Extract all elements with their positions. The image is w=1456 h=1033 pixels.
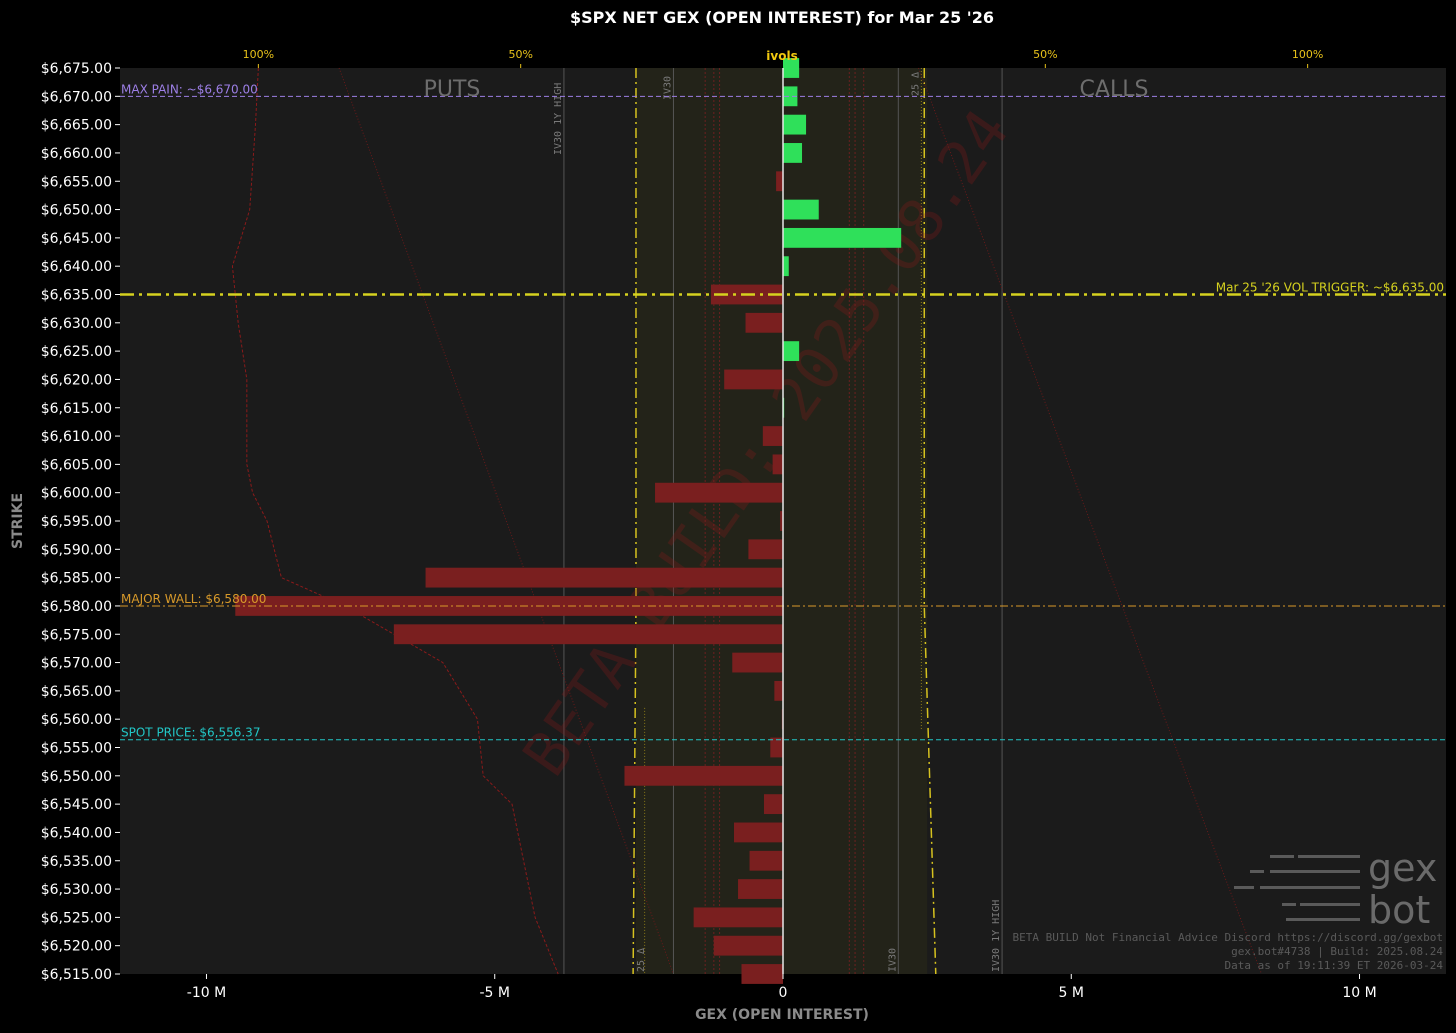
y-tick-label: $6,600.00 (41, 486, 112, 502)
gex-bar (783, 199, 819, 220)
gex-bar (393, 624, 783, 645)
gex-bar (783, 256, 789, 277)
gex-bar (425, 567, 783, 588)
x-tick-label: 5 M (1059, 985, 1084, 1001)
y-tick-label: $6,585.00 (41, 571, 112, 587)
gex-bar (732, 652, 783, 673)
gex-bar (770, 737, 783, 758)
top-tick-label: 50% (508, 48, 532, 61)
y-tick-label: $6,550.00 (41, 769, 112, 785)
gex-bar (749, 850, 783, 871)
y-tick-label: $6,540.00 (41, 825, 112, 841)
y-tick-label: $6,675.00 (41, 61, 112, 77)
y-tick-label: $6,595.00 (41, 514, 112, 530)
footer-line-1: BETA BUILD Not Financial Advice Discord … (1013, 931, 1443, 944)
y-tick-label: $6,620.00 (41, 372, 112, 388)
y-tick-label: $6,610.00 (41, 429, 112, 445)
footer-line-3: Data as of 19:11:39 ET 2026-03-24 (1224, 959, 1443, 972)
x-tick-label: 0 (779, 985, 788, 1001)
y-tick-label: $6,630.00 (41, 316, 112, 332)
iv-label: IV30 1Y HIGH (553, 83, 564, 155)
y-tick-label: $6,580.00 (41, 599, 112, 615)
puts-label: PUTS (424, 77, 481, 102)
x-tick-label: -5 M (479, 985, 510, 1001)
y-tick-label: $6,520.00 (41, 939, 112, 955)
y-tick-label: $6,640.00 (41, 259, 112, 275)
level-label-vol_trigger: Mar 25 '26 VOL TRIGGER: ~$6,635.00 (1216, 281, 1444, 295)
y-tick-label: $6,575.00 (41, 627, 112, 643)
top-tick-label: 100% (1292, 48, 1323, 61)
logo-text-gex: gex (1368, 846, 1437, 890)
y-tick-label: $6,625.00 (41, 344, 112, 360)
y-tick-label: $6,545.00 (41, 797, 112, 813)
gex-bar (655, 482, 783, 503)
y-tick-label: $6,605.00 (41, 457, 112, 473)
gex-bar (776, 171, 783, 192)
y-tick-label: $6,615.00 (41, 401, 112, 417)
x-tick-label: -10 M (187, 985, 226, 1001)
y-tick-label: $6,570.00 (41, 656, 112, 672)
y-tick-label: $6,670.00 (41, 89, 112, 105)
gex-bar (774, 680, 783, 701)
gex-bar (624, 765, 783, 786)
y-tick-label: $6,655.00 (41, 174, 112, 190)
logo-text-bot: bot (1368, 888, 1430, 932)
top-axis-label: ivols (766, 49, 797, 63)
gex-bar (741, 964, 783, 984)
iv-label: IV30 1Y HIGH (991, 900, 1002, 972)
gex-bar (738, 879, 783, 899)
gex-bar (763, 794, 783, 815)
y-tick-label: $6,560.00 (41, 712, 112, 728)
y-tick-label: $6,635.00 (41, 288, 112, 304)
y-tick-label: $6,530.00 (41, 882, 112, 898)
gex-bar (693, 907, 783, 928)
gex-bar (783, 114, 807, 135)
gex-bar (724, 369, 783, 390)
gex-bar (762, 426, 783, 446)
gex-bar (783, 143, 803, 163)
level-label-major_wall: MAJOR WALL: $6,580.00 (121, 592, 266, 606)
y-tick-label: $6,645.00 (41, 231, 112, 247)
gex-bar (783, 227, 902, 248)
gex-bar (745, 312, 783, 333)
gex-bar (772, 454, 783, 475)
iv-label: IV30 (887, 948, 898, 972)
delta-label: 25 Δ (910, 72, 921, 96)
y-tick-label: $6,515.00 (41, 967, 112, 983)
y-tick-label: $6,660.00 (41, 146, 112, 162)
x-tick-label: 10 M (1342, 985, 1376, 1001)
gex-chart: IV30 1Y HIGH IV30IV30 IV30 1Y HIGH25 Δ25 Δ… (0, 0, 1456, 1033)
chart-title: $SPX NET GEX (OPEN INTEREST) for Mar 25 … (570, 8, 994, 27)
level-label-spot_price: SPOT PRICE: $6,556.37 (121, 726, 260, 740)
y-tick-label: $6,555.00 (41, 741, 112, 757)
gex-bar (733, 822, 783, 843)
y-tick-label: $6,590.00 (41, 542, 112, 558)
gex-bar (713, 935, 783, 956)
calls-label: CALLS (1080, 77, 1149, 102)
top-tick-label: 100% (243, 48, 274, 61)
level-label-max_pain: MAX PAIN: ~$6,670.00 (121, 82, 258, 96)
y-axis-label: STRIKE (10, 493, 26, 549)
delta-label: 25 Δ (636, 948, 647, 972)
y-tick-label: $6,665.00 (41, 118, 112, 134)
gex-bar (783, 341, 800, 362)
footer-line-2: gex.bot#4738 | Build: 2025.08.24 (1231, 945, 1443, 958)
y-tick-label: $6,525.00 (41, 910, 112, 926)
y-tick-label: $6,650.00 (41, 203, 112, 219)
y-tick-label: $6,565.00 (41, 684, 112, 700)
x-axis-label: GEX (OPEN INTEREST) (695, 1007, 869, 1023)
gex-bar (748, 539, 783, 560)
y-tick-label: $6,535.00 (41, 854, 112, 870)
top-tick-label: 50% (1033, 48, 1057, 61)
